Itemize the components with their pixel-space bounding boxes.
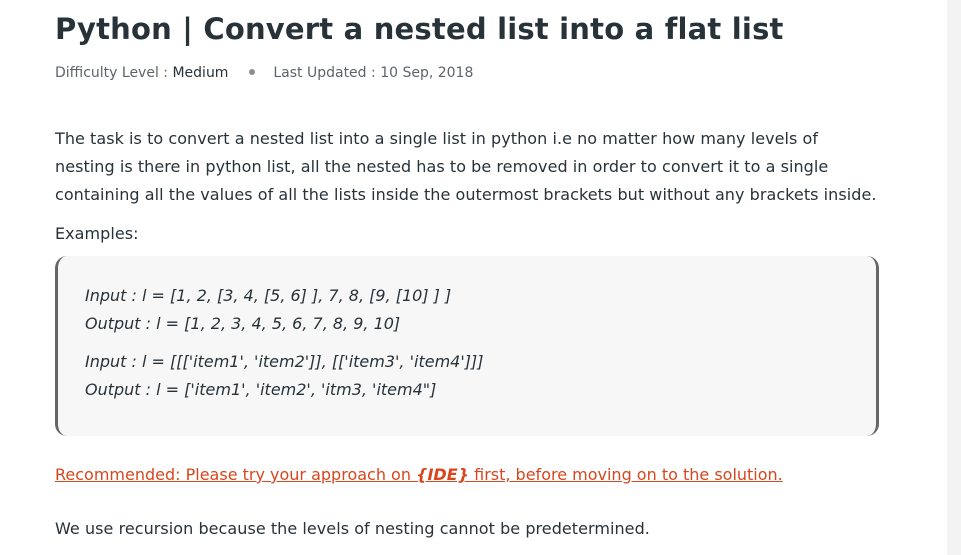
example-2-output: Output : l = ['item1', 'item2', 'itm3, '… xyxy=(85,380,437,399)
examples-label: Examples: xyxy=(55,224,139,243)
page-scrollbar[interactable] xyxy=(947,0,961,555)
separator-dot-icon xyxy=(248,69,255,75)
last-updated-value: 10 Sep, 2018 xyxy=(380,65,474,81)
intro-paragraph: The task is to convert a nested list int… xyxy=(55,129,877,204)
recommended-link[interactable]: Recommended: Please try your approach on… xyxy=(55,461,783,489)
last-updated-label: Last Updated : xyxy=(273,65,381,81)
recursion-paragraph: We use recursion because the levels of n… xyxy=(55,519,650,538)
example-1-input: Input : l = [1, 2, [3, 4, [5, 6] ], 7, 8… xyxy=(85,286,452,305)
difficulty-value[interactable]: Medium xyxy=(172,65,228,81)
recommended-prefix[interactable]: Recommended: Please try your approach on xyxy=(55,465,416,484)
article-meta: Difficulty Level : Medium Last Updated :… xyxy=(55,63,879,83)
ide-link[interactable]: {IDE} xyxy=(416,465,469,484)
recommended-suffix[interactable]: first, before moving on to the solution. xyxy=(469,465,783,484)
article-title: Python | Convert a nested list into a fl… xyxy=(55,12,784,46)
example-2-input: Input : l = [[['item1', 'item2']], [['it… xyxy=(85,352,484,371)
example-1-output: Output : l = [1, 2, 3, 4, 5, 6, 7, 8, 9,… xyxy=(85,314,401,333)
difficulty-label: Difficulty Level : xyxy=(55,65,173,81)
article: Python | Convert a nested list into a fl… xyxy=(55,0,879,538)
examples-block: Input : l = [1, 2, [3, 4, [5, 6] ], 7, 8… xyxy=(55,256,879,436)
